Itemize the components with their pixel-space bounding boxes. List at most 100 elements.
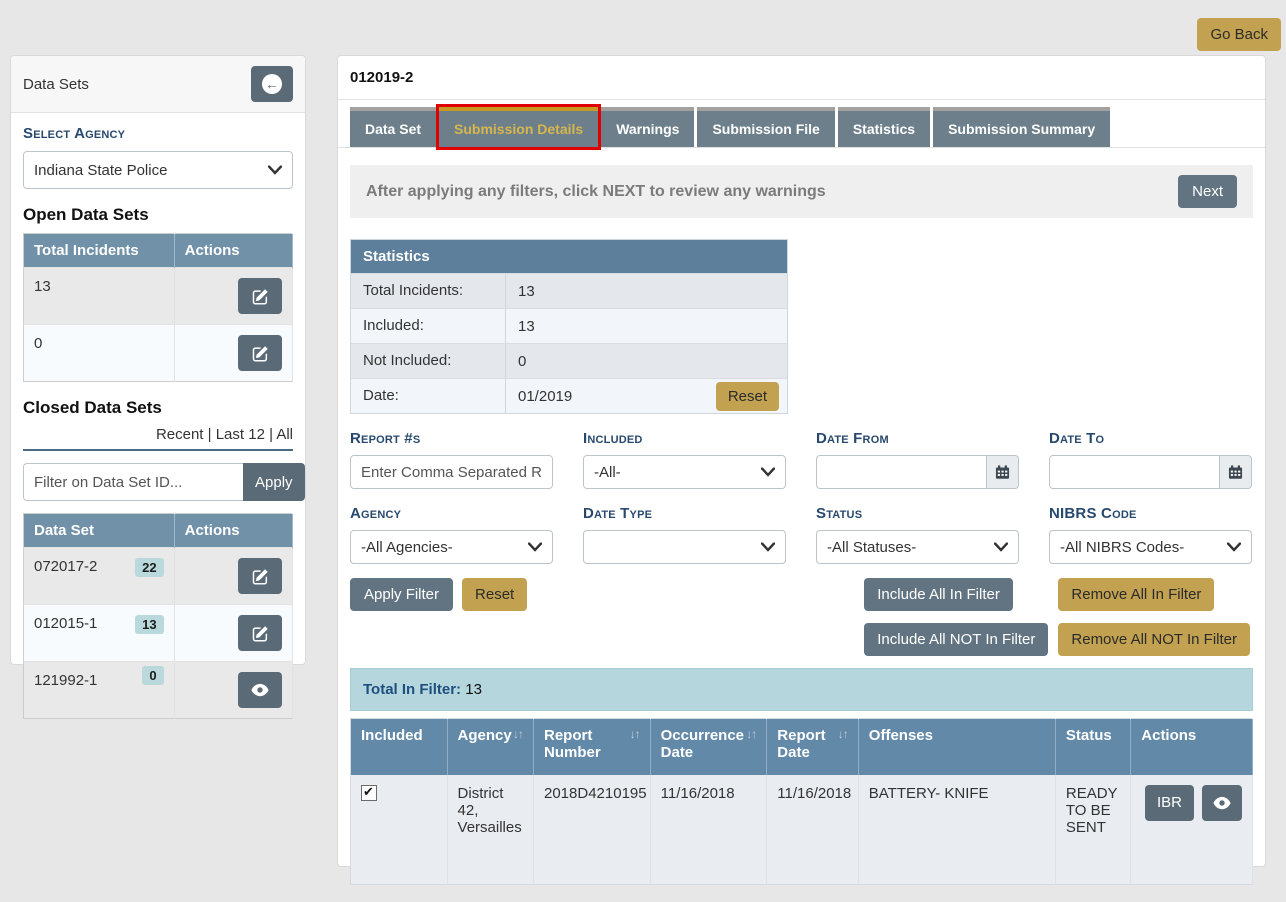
column-header[interactable]: Agency bbox=[458, 727, 512, 744]
agency-select-value: Indiana State Police bbox=[34, 162, 167, 179]
closed-data-sets-links: RecentLast 12All bbox=[23, 426, 293, 443]
status-select[interactable]: -All Statuses- bbox=[816, 530, 1019, 564]
data-set-id: 012015-1 bbox=[34, 615, 97, 632]
go-back-button[interactable]: Go Back bbox=[1197, 18, 1281, 51]
occurrence-date-cell: 11/16/2018 bbox=[650, 775, 767, 885]
tab-data-set[interactable]: Data Set bbox=[350, 107, 436, 147]
info-message: After applying any filters, click NEXT t… bbox=[366, 183, 826, 201]
reset-filter-button[interactable]: Reset bbox=[462, 578, 527, 611]
sort-icon[interactable] bbox=[838, 727, 848, 761]
include-all-not-in-filter-button[interactable]: Include All NOT In Filter bbox=[864, 623, 1048, 656]
view-button[interactable] bbox=[238, 672, 282, 708]
table-row: 0 bbox=[24, 325, 293, 382]
stat-value: 0 bbox=[506, 345, 787, 378]
nibrs-code-select[interactable]: -All NIBRS Codes- bbox=[1049, 530, 1252, 564]
calendar-icon bbox=[1228, 465, 1243, 480]
apply-filter-button[interactable]: Apply Filter bbox=[350, 578, 453, 611]
apply-filter-button[interactable]: Apply bbox=[243, 463, 305, 501]
collapse-sidebar-button[interactable]: ← bbox=[251, 66, 293, 102]
table-row: 13 bbox=[24, 268, 293, 325]
agency-select[interactable]: Indiana State Police bbox=[23, 151, 293, 189]
edit-button[interactable] bbox=[238, 558, 282, 594]
stat-label: Not Included: bbox=[351, 344, 506, 378]
data-sets-panel: Data Sets ← Select Agency Indiana State … bbox=[10, 55, 306, 665]
status-cell: READY TO BE SENT bbox=[1055, 775, 1130, 885]
tab-submission-file[interactable]: Submission File bbox=[697, 107, 834, 147]
column-header[interactable]: Report Number bbox=[544, 727, 630, 761]
report-numbers-label: Report #s bbox=[350, 430, 553, 447]
tab-submission-summary[interactable]: Submission Summary bbox=[933, 107, 1110, 147]
agency-filter-value: -All Agencies- bbox=[361, 539, 453, 556]
ibr-button[interactable]: IBR bbox=[1145, 785, 1194, 821]
tab-submission-details[interactable]: Submission Details bbox=[439, 107, 598, 147]
included-select[interactable]: -All- bbox=[583, 455, 786, 489]
column-header: Actions bbox=[174, 234, 292, 268]
table-row: 121992-1 0 bbox=[24, 662, 293, 719]
sort-icon[interactable] bbox=[746, 727, 756, 761]
last-12-link[interactable]: Last 12 bbox=[216, 426, 277, 443]
date-from-calendar-button[interactable] bbox=[987, 455, 1019, 489]
total-in-filter-bar: Total In Filter: 13 bbox=[350, 668, 1253, 711]
date-to-calendar-button[interactable] bbox=[1220, 455, 1252, 489]
data-set-id: 121992-1 bbox=[34, 672, 97, 689]
next-button[interactable]: Next bbox=[1178, 175, 1237, 208]
total-incidents-cell: 0 bbox=[24, 325, 175, 382]
column-header: Status bbox=[1066, 727, 1112, 744]
report-number-cell: 2018D4210195 bbox=[534, 775, 651, 885]
all-link[interactable]: All bbox=[276, 426, 293, 443]
agency-label: Agency bbox=[350, 505, 553, 522]
incident-count-badge: 22 bbox=[135, 558, 163, 577]
tab-warnings[interactable]: Warnings bbox=[601, 107, 694, 147]
remove-all-in-filter-button[interactable]: Remove All In Filter bbox=[1058, 578, 1214, 611]
agency-cell: District 42, Versailles bbox=[447, 775, 533, 885]
status-label: Status bbox=[816, 505, 1019, 522]
eye-icon bbox=[1213, 796, 1231, 810]
column-header[interactable]: Occurrence Date bbox=[661, 727, 747, 761]
chevron-down-icon bbox=[1227, 543, 1241, 552]
date-type-select[interactable] bbox=[583, 530, 786, 564]
data-sets-header: Data Sets ← bbox=[11, 56, 305, 113]
date-to-input[interactable] bbox=[1049, 455, 1220, 489]
include-all-in-filter-button[interactable]: Include All In Filter bbox=[864, 578, 1013, 611]
chevron-down-icon bbox=[528, 543, 542, 552]
edit-button[interactable] bbox=[238, 615, 282, 651]
nibrs-code-value: -All NIBRS Codes- bbox=[1060, 539, 1184, 556]
date-from-input[interactable] bbox=[816, 455, 987, 489]
info-bar: After applying any filters, click NEXT t… bbox=[350, 165, 1253, 218]
eye-icon bbox=[251, 683, 269, 697]
edit-pencil-icon bbox=[252, 288, 269, 305]
status-select-value: -All Statuses- bbox=[827, 539, 916, 556]
sort-icon[interactable] bbox=[630, 727, 640, 761]
stats-row: Date: 01/2019 Reset bbox=[351, 378, 787, 413]
tab-statistics[interactable]: Statistics bbox=[838, 107, 930, 147]
total-incidents-cell: 13 bbox=[24, 268, 175, 325]
column-header: Actions bbox=[1141, 727, 1196, 744]
column-header[interactable]: Report Date bbox=[777, 727, 838, 761]
included-checkbox[interactable] bbox=[361, 785, 377, 801]
sort-icon[interactable] bbox=[513, 727, 523, 744]
offenses-cell: BATTERY- KNIFE bbox=[858, 775, 1055, 885]
data-sets-title: Data Sets bbox=[23, 76, 89, 93]
chevron-down-icon bbox=[761, 543, 775, 552]
stats-row: Total Incidents: 13 bbox=[351, 273, 787, 308]
closed-data-sets-table: Data Set Actions 072017-2 22 012015-1 13… bbox=[23, 513, 293, 719]
report-numbers-input[interactable] bbox=[350, 455, 553, 489]
edit-button[interactable] bbox=[238, 278, 282, 314]
open-data-sets-heading: Open Data Sets bbox=[23, 205, 293, 225]
date-reset-button[interactable]: Reset bbox=[716, 382, 779, 411]
closed-data-sets-heading: Closed Data Sets bbox=[23, 398, 293, 418]
data-set-filter-input[interactable] bbox=[23, 463, 243, 501]
agency-filter-select[interactable]: -All Agencies- bbox=[350, 530, 553, 564]
view-incident-button[interactable] bbox=[1202, 785, 1242, 821]
incidents-table-header: Included Agency Report Number Occurrence… bbox=[351, 719, 1253, 775]
incident-count-badge: 0 bbox=[142, 666, 163, 685]
nibrs-code-label: NIBRS Code bbox=[1049, 505, 1252, 522]
column-header: Offenses bbox=[869, 727, 933, 744]
edit-pencil-icon bbox=[252, 345, 269, 362]
tab-bar: Data Set Submission Details Warnings Sub… bbox=[338, 100, 1265, 148]
stats-row: Not Included: 0 bbox=[351, 343, 787, 378]
edit-button[interactable] bbox=[238, 335, 282, 371]
submission-panel: 012019-2 Data Set Submission Details War… bbox=[337, 55, 1266, 867]
remove-all-not-in-filter-button[interactable]: Remove All NOT In Filter bbox=[1058, 623, 1250, 656]
recent-link[interactable]: Recent bbox=[156, 426, 216, 443]
